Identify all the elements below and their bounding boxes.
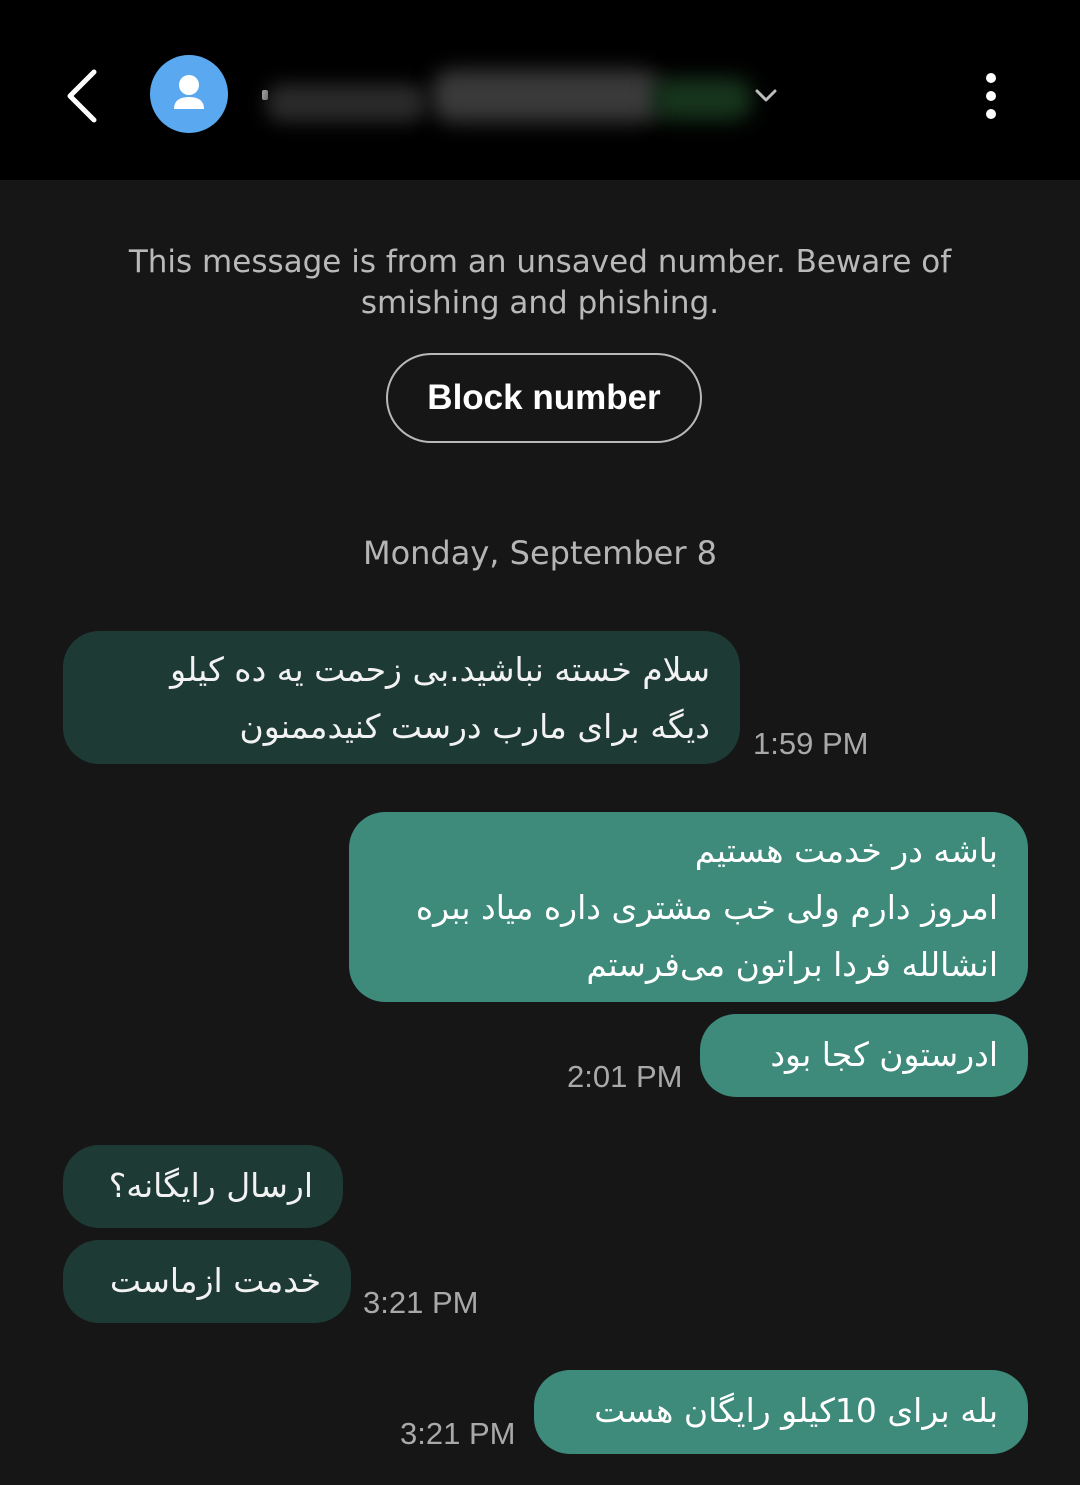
name-redaction: [432, 70, 662, 122]
outgoing-message-bubble[interactable]: ادرستون کجا بود: [700, 1014, 1028, 1097]
more-vertical-icon: [986, 73, 996, 119]
chevron-down-icon: [755, 89, 777, 102]
chevron-left-icon: [67, 69, 97, 123]
outgoing-message-bubble[interactable]: باشه در خدمت هستیم امروز دارم ولی خب مشت…: [349, 812, 1028, 1002]
contact-name[interactable]: [262, 66, 752, 130]
date-separator: Monday, September 8: [362, 534, 718, 572]
person-icon: [174, 75, 204, 109]
avatar[interactable]: [150, 55, 228, 133]
top-app-bar: [0, 0, 1080, 180]
incoming-message-bubble[interactable]: سلام خسته نباشید.بی زحمت یه ده کیلو دیگه…: [63, 631, 740, 764]
expand-contact-button[interactable]: [752, 84, 780, 108]
block-number-button[interactable]: Block number: [386, 353, 702, 443]
name-redaction: [266, 84, 426, 122]
message-timestamp: 2:01 PM: [567, 1059, 683, 1094]
message-timestamp: 3:21 PM: [363, 1285, 479, 1320]
back-button[interactable]: [52, 58, 112, 134]
incoming-message-bubble[interactable]: ارسال رایگانه؟: [63, 1145, 343, 1228]
name-redaction: [652, 78, 752, 120]
incoming-message-bubble[interactable]: خدمت ازماست: [63, 1240, 351, 1323]
unsaved-number-warning: This message is from an unsaved number. …: [128, 244, 952, 321]
outgoing-message-bubble[interactable]: بله برای 10کیلو رایگان هست: [534, 1370, 1028, 1454]
more-options-button[interactable]: [970, 68, 1012, 124]
message-timestamp: 3:21 PM: [400, 1416, 516, 1451]
message-timestamp: 1:59 PM: [753, 726, 869, 761]
